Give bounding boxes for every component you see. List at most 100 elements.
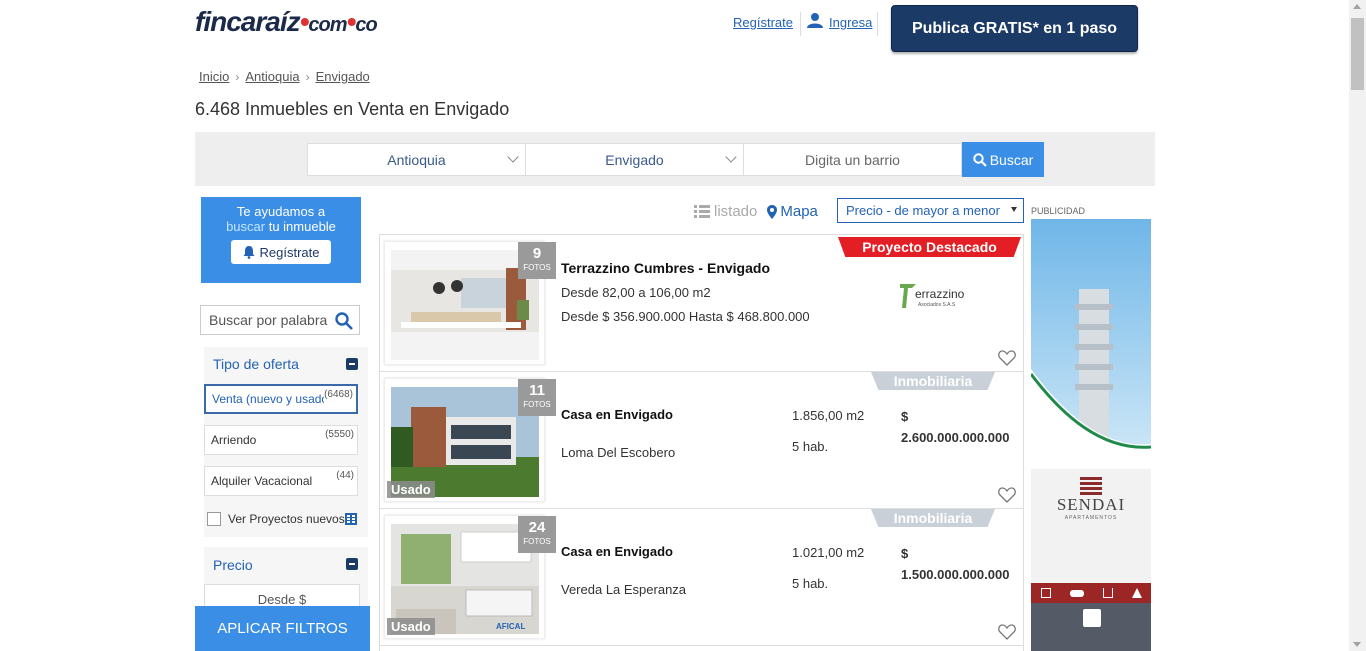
divider: [877, 12, 878, 36]
developer-logo: errazzino Asociados S.A.S: [898, 280, 964, 312]
listing-title[interactable]: Casa en Envigado: [561, 544, 673, 559]
search-button[interactable]: Buscar: [962, 142, 1044, 177]
collapse-icon[interactable]: [346, 558, 358, 570]
help-buscar: buscar: [226, 219, 266, 234]
listing-location: Vereda La Esperanza: [561, 582, 687, 597]
option-count: (6468): [324, 389, 353, 400]
chevron-down-icon: [725, 151, 737, 163]
logo-com: com: [308, 14, 347, 36]
register-link[interactable]: Regístrate: [733, 15, 793, 30]
logo-text: fincaraíz: [195, 6, 301, 37]
offer-type-heading[interactable]: Tipo de oferta: [213, 356, 299, 372]
favorite-heart-icon[interactable]: [998, 624, 1016, 640]
scroll-down-arrow[interactable]: [1353, 642, 1361, 647]
city-value: Envigado: [605, 151, 664, 168]
barrio-input[interactable]: Digita un barrio: [743, 143, 962, 176]
favorite-heart-icon[interactable]: [998, 350, 1016, 366]
building-icon: [345, 513, 357, 525]
help-register-button[interactable]: Regístrate: [231, 240, 331, 264]
option-label: Alquiler Vacacional: [211, 474, 313, 488]
help-line2: buscar tu inmueble: [201, 219, 361, 234]
caret-down-icon: [1011, 207, 1017, 212]
photo-count-label: FOTOS: [523, 263, 551, 272]
listing-area: 1.856,00 m2: [792, 408, 865, 423]
listing-card[interactable]: 11 FOTOS Usado Inmobiliaria Casa en Envi…: [380, 372, 1023, 509]
listing-photo-frame[interactable]: AFICAL 24 FOTOS Usado: [384, 515, 556, 639]
option-label: Venta (nuevo y usado): [212, 392, 324, 406]
breadcrumb-envigado[interactable]: Envigado: [316, 69, 370, 84]
city-select[interactable]: Envigado: [525, 143, 744, 176]
option-label: Arriendo: [211, 433, 257, 447]
divider: [800, 12, 801, 36]
photo-count-label: FOTOS: [523, 537, 551, 546]
list-view-button[interactable]: listado: [694, 203, 757, 220]
condition-badge: Usado: [387, 481, 435, 498]
site-header: fincaraíz•com•co Regístrate Ingresa Publ…: [195, 0, 1155, 60]
listing-price: 2.600.000.000.000: [901, 430, 1010, 445]
offer-option-venta[interactable]: Venta (nuevo y usado) (6468): [204, 384, 358, 414]
page-scrollbar[interactable]: [1349, 0, 1366, 651]
car-icon: [1069, 589, 1084, 597]
chevron-right-icon: ›: [235, 69, 240, 84]
new-projects-checkbox[interactable]: [207, 512, 221, 526]
scroll-up-arrow[interactable]: [1353, 4, 1361, 9]
pool-icon: [1102, 588, 1113, 598]
keyword-search-input[interactable]: Buscar por palabra: [200, 305, 360, 335]
agency-badge: Inmobiliaria: [871, 509, 995, 527]
publish-free-button[interactable]: Publica GRATIS* en 1 paso: [891, 5, 1138, 52]
condition-badge: Usado: [387, 618, 435, 635]
breadcrumb-inicio[interactable]: Inicio: [199, 69, 229, 84]
view-toggle: listado Mapa: [694, 203, 818, 220]
collapse-icon[interactable]: [346, 358, 358, 370]
listing-photo-frame[interactable]: 9 FOTOS: [384, 241, 556, 365]
price-heading[interactable]: Precio: [213, 557, 253, 573]
bell-icon: [243, 245, 254, 259]
breadcrumb-antioquia[interactable]: Antioquia: [245, 69, 299, 84]
department-select[interactable]: Antioquia: [307, 143, 526, 176]
photo-count: 24: [528, 519, 546, 536]
keyword-placeholder: Buscar por palabra: [209, 312, 328, 328]
new-projects-toggle[interactable]: Ver Proyectos nuevos: [207, 512, 345, 526]
map-view-label: Mapa: [780, 203, 818, 220]
listing-price: Desde $ 356.900.000 Hasta $ 468.800.000: [561, 309, 810, 324]
offer-option-alquiler[interactable]: Alquiler Vacacional (44): [204, 466, 358, 496]
developer-logo-sub: Asociados S.A.S: [918, 302, 956, 308]
option-count: (44): [336, 470, 354, 481]
listing-photo-frame[interactable]: 11 FOTOS Usado: [384, 378, 556, 502]
favorite-heart-icon[interactable]: [998, 487, 1016, 503]
listing-card[interactable]: [380, 646, 1023, 651]
user-icon: [807, 13, 823, 28]
offer-option-arriendo[interactable]: Arriendo (5550): [204, 425, 358, 455]
photo-count-badge: 9 FOTOS: [518, 242, 556, 279]
photo-count: 9: [532, 245, 542, 262]
tree-icon: [1131, 588, 1142, 598]
scrollbar-thumb[interactable]: [1351, 18, 1364, 90]
photo-count-label: FOTOS: [523, 400, 551, 409]
listing-title[interactable]: Terrazzino Cumbres - Envigado: [561, 260, 770, 276]
search-icon[interactable]: [335, 312, 353, 330]
breadcrumb: Inicio › Antioquia › Envigado: [199, 69, 370, 84]
photo-count: 11: [529, 382, 545, 399]
search-button-label: Buscar: [989, 151, 1034, 168]
site-logo[interactable]: fincaraíz•com•co: [195, 6, 378, 38]
apply-filters-button[interactable]: APLICAR FILTROS: [195, 606, 370, 651]
map-view-button[interactable]: Mapa: [767, 203, 818, 220]
help-box: Te ayudamos a buscar tu inmueble Regístr…: [201, 197, 361, 283]
svg-text:AFICAL: AFICAL: [496, 622, 525, 631]
sort-select[interactable]: Precio - de mayor a menor: [837, 198, 1024, 223]
chevron-right-icon: ›: [305, 69, 310, 84]
listing-price: 1.500.000.000.000: [901, 567, 1010, 582]
sendai-subtitle: APARTAMENTOS: [1064, 515, 1118, 521]
sendai-ad-banner[interactable]: SENDAI APARTAMENTOS: [1031, 469, 1151, 651]
page-title: 6.468 Inmuebles en Venta en Envigado: [195, 99, 510, 119]
list-view-label: listado: [714, 203, 758, 220]
listing-card[interactable]: 9 FOTOS Proyecto Destacado Terrazzino Cu…: [380, 235, 1023, 372]
login-link[interactable]: Ingresa: [829, 15, 872, 30]
building-ad-banner[interactable]: [1031, 219, 1151, 459]
listing-title[interactable]: Casa en Envigado: [561, 407, 673, 422]
offer-type-filter: Tipo de oferta Venta (nuevo y usado) (64…: [204, 347, 368, 537]
chevron-down-icon: [507, 151, 519, 163]
search-icon: [973, 152, 987, 167]
listing-card[interactable]: AFICAL 24 FOTOS Usado Inmobiliaria Casa …: [380, 509, 1023, 646]
photo-count-badge: 11 FOTOS: [518, 379, 556, 416]
